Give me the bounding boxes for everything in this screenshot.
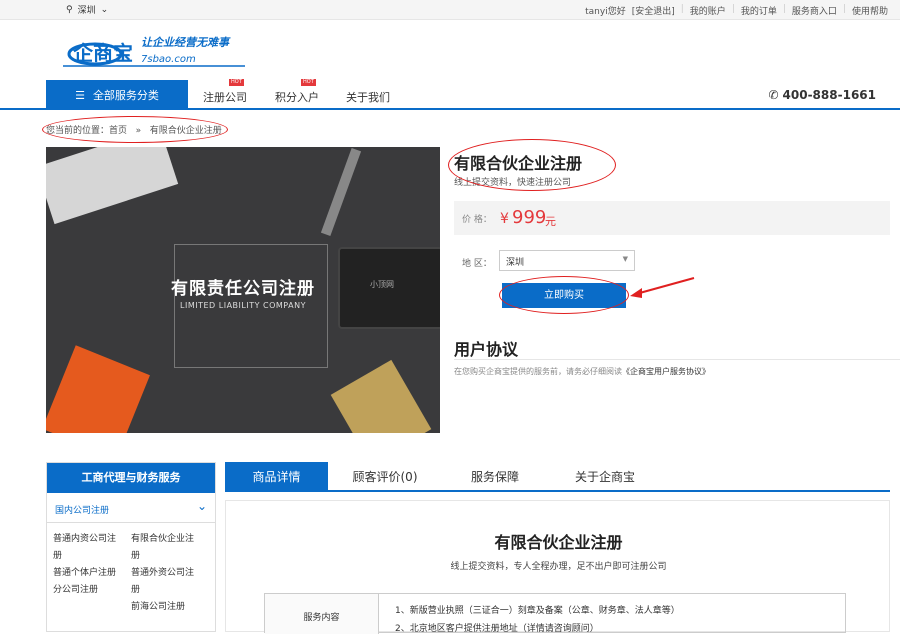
- site-logo[interactable]: 企商宝 让企业经营无难事 7sbao.com: [55, 32, 255, 70]
- nav-points-hukou[interactable]: 积分入户 HOT: [275, 79, 319, 105]
- keyboard-graphic: [46, 147, 179, 225]
- region-value: 深圳: [506, 258, 525, 268]
- price-unit: 元: [545, 215, 556, 228]
- phone-icon: ✆: [768, 88, 779, 102]
- sidebar-link[interactable]: 分公司注册: [53, 582, 116, 599]
- pen-graphic: [320, 148, 362, 236]
- hot-badge: HOT: [301, 79, 316, 86]
- divider: |: [680, 4, 684, 14]
- agreement-text: 在您购买企商宝提供的服务前，请务必仔细阅读《企商宝用户服务协议》: [454, 366, 710, 377]
- sidebar-link[interactable]: 普通内资公司注: [53, 531, 116, 548]
- annotation-oval: [42, 116, 228, 143]
- card-graphic: [330, 359, 432, 433]
- my-orders-link[interactable]: 我的订单: [741, 4, 777, 17]
- region-label: 地 区：: [462, 259, 492, 269]
- dropdown-arrow-icon: ▼: [622, 255, 628, 263]
- nav-label: 注册公司: [203, 91, 247, 104]
- my-account-link[interactable]: 我的账户: [690, 4, 726, 17]
- divider: |: [782, 4, 786, 14]
- all-categories-label: 全部服务分类: [92, 89, 159, 102]
- sidebar-group-domestic[interactable]: 国内公司注册 ⌄: [47, 493, 215, 523]
- nav-about-us[interactable]: 关于我们: [346, 89, 390, 105]
- account-links: tanyi您好 [安全退出] | 我的账户 | 我的订单 | 服务商入口 | 使…: [585, 4, 888, 17]
- price-value: 999: [512, 207, 547, 228]
- hotline: ✆ 400-888-1661: [768, 88, 876, 102]
- table-row-content: 1、新版营业执照（三证合一）刻章及备案（公章、财务章、法人章等） 2、北京地区客…: [395, 602, 680, 638]
- sidebar-link[interactable]: 普通外资公司注: [131, 565, 194, 582]
- service-table: 服务内容 1、新版营业执照（三证合一）刻章及备案（公章、财务章、法人章等） 2、…: [264, 593, 846, 634]
- logout-link[interactable]: [安全退出]: [632, 4, 675, 17]
- all-categories-button[interactable]: ☰ 全部服务分类: [46, 80, 188, 110]
- logo-domain: 7sbao.com: [141, 54, 196, 65]
- category-sidebar: 工商代理与财务服务 国内公司注册 ⌄ 普通内资公司注 册 普通个体户注册 分公司…: [46, 462, 216, 632]
- sidebar-links: 普通内资公司注 册 普通个体户注册 分公司注册 有限合伙企业注 册 普通外资公司…: [47, 523, 215, 612]
- tab-product-details[interactable]: 商品详情: [225, 462, 328, 492]
- logo-name: 企商宝: [72, 41, 133, 65]
- detail-title: 有限合伙企业注册: [494, 533, 623, 552]
- tab-about[interactable]: 关于企商宝: [555, 462, 655, 492]
- detail-tabs: 商品详情 顾客评价(0) 服务保障 关于企商宝: [225, 462, 890, 492]
- divider: |: [842, 4, 846, 14]
- sidebar-link[interactable]: 册: [53, 548, 116, 565]
- sidebar-link[interactable]: 册: [131, 548, 194, 565]
- tab-reviews[interactable]: 顾客评价(0): [335, 462, 435, 492]
- nav-label: 积分入户: [275, 91, 319, 104]
- region-select[interactable]: 深圳 ▼: [499, 250, 635, 271]
- sidebar-link[interactable]: 有限合伙企业注: [131, 531, 194, 548]
- sidebar-link[interactable]: 普通个体户注册: [53, 565, 116, 582]
- sidebar-link[interactable]: 册: [131, 582, 194, 599]
- provider-entry-link[interactable]: 服务商入口: [792, 4, 837, 17]
- notebook-graphic: [46, 345, 150, 433]
- logo-slogan: 让企业经营无难事: [141, 36, 231, 49]
- tab-service-guarantee[interactable]: 服务保障: [445, 462, 545, 492]
- annotation-arrow-icon: [630, 277, 695, 298]
- annotation-oval: [499, 276, 629, 314]
- city-label: 深圳: [77, 6, 96, 16]
- currency-symbol: ¥: [500, 211, 509, 227]
- nav-label: 关于我们: [346, 91, 390, 104]
- divider: [454, 359, 900, 360]
- sidebar-group-label: 国内公司注册: [55, 506, 110, 516]
- user-greeting: tanyi您好: [585, 7, 626, 17]
- detail-panel: 有限合伙企业注册 线上提交资料，专人全程办理，足不出户即可注册公司 服务内容 1…: [225, 500, 890, 634]
- phone-number: 400-888-1661: [782, 88, 876, 102]
- top-bar: ⚲ 深圳 ⌄ tanyi您好 [安全退出] | 我的账户 | 我的订单 | 服务…: [0, 0, 900, 20]
- menu-icon: ☰: [75, 88, 85, 102]
- city-selector[interactable]: ⚲ 深圳 ⌄: [66, 3, 109, 17]
- price-box: 价 格： ¥ 999 元: [454, 201, 890, 235]
- hot-badge: HOT: [229, 79, 244, 86]
- sidebar-title: 工商代理与财务服务: [47, 463, 215, 493]
- product-image: 小顶网 有限责任公司注册 LIMITED LIABILITY COMPANY: [46, 147, 440, 433]
- agreement-link[interactable]: 《企商宝用户服务协议》: [622, 367, 710, 376]
- hero-title: 有限责任公司注册: [171, 279, 315, 299]
- location-pin-icon: ⚲: [66, 4, 73, 15]
- logo-mark: 企商宝 让企业经营无难事 7sbao.com: [63, 36, 245, 67]
- help-link[interactable]: 使用帮助: [852, 4, 888, 17]
- nav-register-company[interactable]: 注册公司 HOT: [203, 79, 247, 105]
- list-item: 2、北京地区客户提供注册地址（详情请咨询顾问）: [395, 624, 599, 634]
- annotation-oval: [448, 139, 616, 191]
- main-nav: ☰ 全部服务分类 注册公司 HOT 积分入户 HOT 关于我们 ✆ 400-88…: [0, 79, 900, 110]
- divider: |: [731, 4, 735, 14]
- table-row-label: 服务内容: [265, 594, 379, 634]
- chevron-down-icon: ⌄: [196, 499, 207, 513]
- hero-subtitle: LIMITED LIABILITY COMPANY: [180, 301, 306, 310]
- agreement-body: 在您购买企商宝提供的服务前，请务必仔细阅读: [454, 367, 622, 376]
- detail-subtitle: 线上提交资料，专人全程办理，足不出户即可注册公司: [450, 562, 667, 572]
- sidebar-link[interactable]: 前海公司注册: [131, 599, 194, 616]
- list-item: 1、新版营业执照（三证合一）刻章及备案（公章、财务章、法人章等）: [395, 606, 680, 616]
- agreement-title: 用户协议: [454, 340, 519, 359]
- price-label: 价 格：: [462, 215, 492, 225]
- chevron-down-icon: ⌄: [100, 4, 109, 15]
